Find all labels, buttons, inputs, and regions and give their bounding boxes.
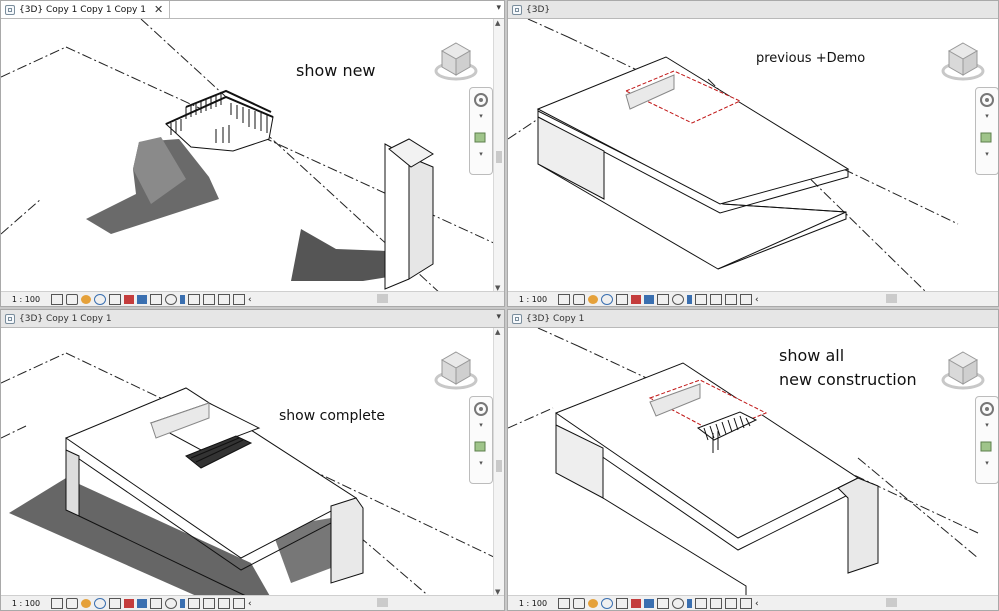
- close-icon[interactable]: ✕: [154, 3, 163, 16]
- view-pane-2[interactable]: {3D} previous +Demo ▾ ▾ 1: 100 ‹: [507, 0, 999, 307]
- navigation-bar[interactable]: ▾ ▾: [975, 396, 998, 484]
- vertical-scrollbar[interactable]: ▲ ▼: [493, 328, 504, 596]
- viewcube-icon[interactable]: [941, 39, 985, 83]
- view-caption: previous +Demo: [756, 51, 866, 66]
- viewcube-icon[interactable]: [941, 348, 985, 392]
- viewcube-icon[interactable]: [434, 39, 478, 83]
- view-control-bar: 1 : 100 ‹: [1, 595, 504, 610]
- window-menu-icon[interactable]: ▾: [496, 312, 501, 322]
- 3d-view-icon: [512, 313, 522, 324]
- view-caption-line1: show all: [779, 346, 845, 365]
- view-control-icons[interactable]: ‹: [558, 293, 759, 305]
- svg-text:▾: ▾: [985, 459, 989, 467]
- drawing-area[interactable]: show all new construction ▾ ▾: [508, 327, 998, 598]
- view-control-bar: 1 : 100 ‹: [1, 291, 504, 306]
- view-control-bar: 1 : 100 ‹: [508, 595, 998, 610]
- view-tab-label: {3D} Copy 1 Copy 1: [19, 313, 112, 324]
- window-menu-icon[interactable]: ▾: [496, 3, 501, 13]
- svg-text:▾: ▾: [985, 421, 989, 429]
- scale-label[interactable]: 1 : 100: [1, 599, 51, 608]
- view-control-icons[interactable]: ‹: [51, 293, 252, 305]
- svg-text:▾: ▾: [479, 112, 483, 120]
- drawing-area[interactable]: show new ▾ ▾: [1, 18, 497, 295]
- 3d-view-icon: [5, 313, 15, 324]
- 3d-view-icon: [5, 4, 15, 15]
- scale-label[interactable]: 1 : 100: [508, 295, 558, 304]
- svg-text:▾: ▾: [479, 459, 483, 467]
- view-tab-label: {3D}: [526, 4, 551, 15]
- navigation-bar[interactable]: ▾ ▾: [469, 396, 493, 484]
- svg-text:▾: ▾: [985, 150, 989, 158]
- view-pane-3[interactable]: {3D} Copy 1 Copy 1 ▾ show complete ▾ ▾ ▲…: [0, 309, 505, 611]
- navigation-bar[interactable]: ▾ ▾: [975, 87, 998, 175]
- view-pane-1[interactable]: {3D} Copy 1 Copy 1 Copy 1 ✕ ▾ show new ▾…: [0, 0, 505, 307]
- view-titlebar: {3D} Copy 1 Copy 1 ▾: [1, 310, 504, 328]
- view-pane-4[interactable]: {3D} Copy 1 show all new construction ▾ …: [507, 309, 999, 611]
- view-titlebar: {3D} Copy 1 Copy 1 Copy 1 ✕ ▾: [1, 1, 504, 19]
- viewcube-icon[interactable]: [434, 348, 478, 392]
- view-tab-label: {3D} Copy 1: [526, 313, 585, 324]
- svg-text:▾: ▾: [985, 112, 989, 120]
- view-caption-line2: new construction: [779, 370, 917, 389]
- 3d-view-icon: [512, 4, 522, 15]
- view-tab-label: {3D} Copy 1 Copy 1 Copy 1: [19, 4, 146, 15]
- view-titlebar: {3D} Copy 1: [508, 310, 998, 328]
- view-tab[interactable]: {3D} Copy 1 Copy 1 Copy 1 ✕: [1, 1, 171, 18]
- drawing-area[interactable]: previous +Demo ▾ ▾: [508, 18, 998, 295]
- svg-text:▾: ▾: [479, 421, 483, 429]
- view-titlebar: {3D}: [508, 1, 998, 19]
- scale-label[interactable]: 1 : 100: [508, 599, 558, 608]
- view-control-icons[interactable]: ‹: [558, 597, 759, 609]
- view-control-bar: 1 : 100 ‹: [508, 291, 998, 306]
- view-control-icons[interactable]: ‹: [51, 597, 252, 609]
- view-tab[interactable]: {3D}: [508, 1, 556, 18]
- navigation-bar[interactable]: ▾ ▾: [469, 87, 493, 175]
- svg-text:▾: ▾: [479, 150, 483, 158]
- drawing-area[interactable]: show complete ▾ ▾: [1, 328, 497, 599]
- view-tab[interactable]: {3D} Copy 1: [508, 310, 590, 327]
- vertical-scrollbar[interactable]: ▲ ▼: [493, 19, 504, 292]
- scale-label[interactable]: 1 : 100: [1, 295, 51, 304]
- view-caption: show complete: [279, 408, 386, 424]
- view-caption: show new: [296, 61, 376, 80]
- view-tab[interactable]: {3D} Copy 1 Copy 1: [1, 310, 118, 327]
